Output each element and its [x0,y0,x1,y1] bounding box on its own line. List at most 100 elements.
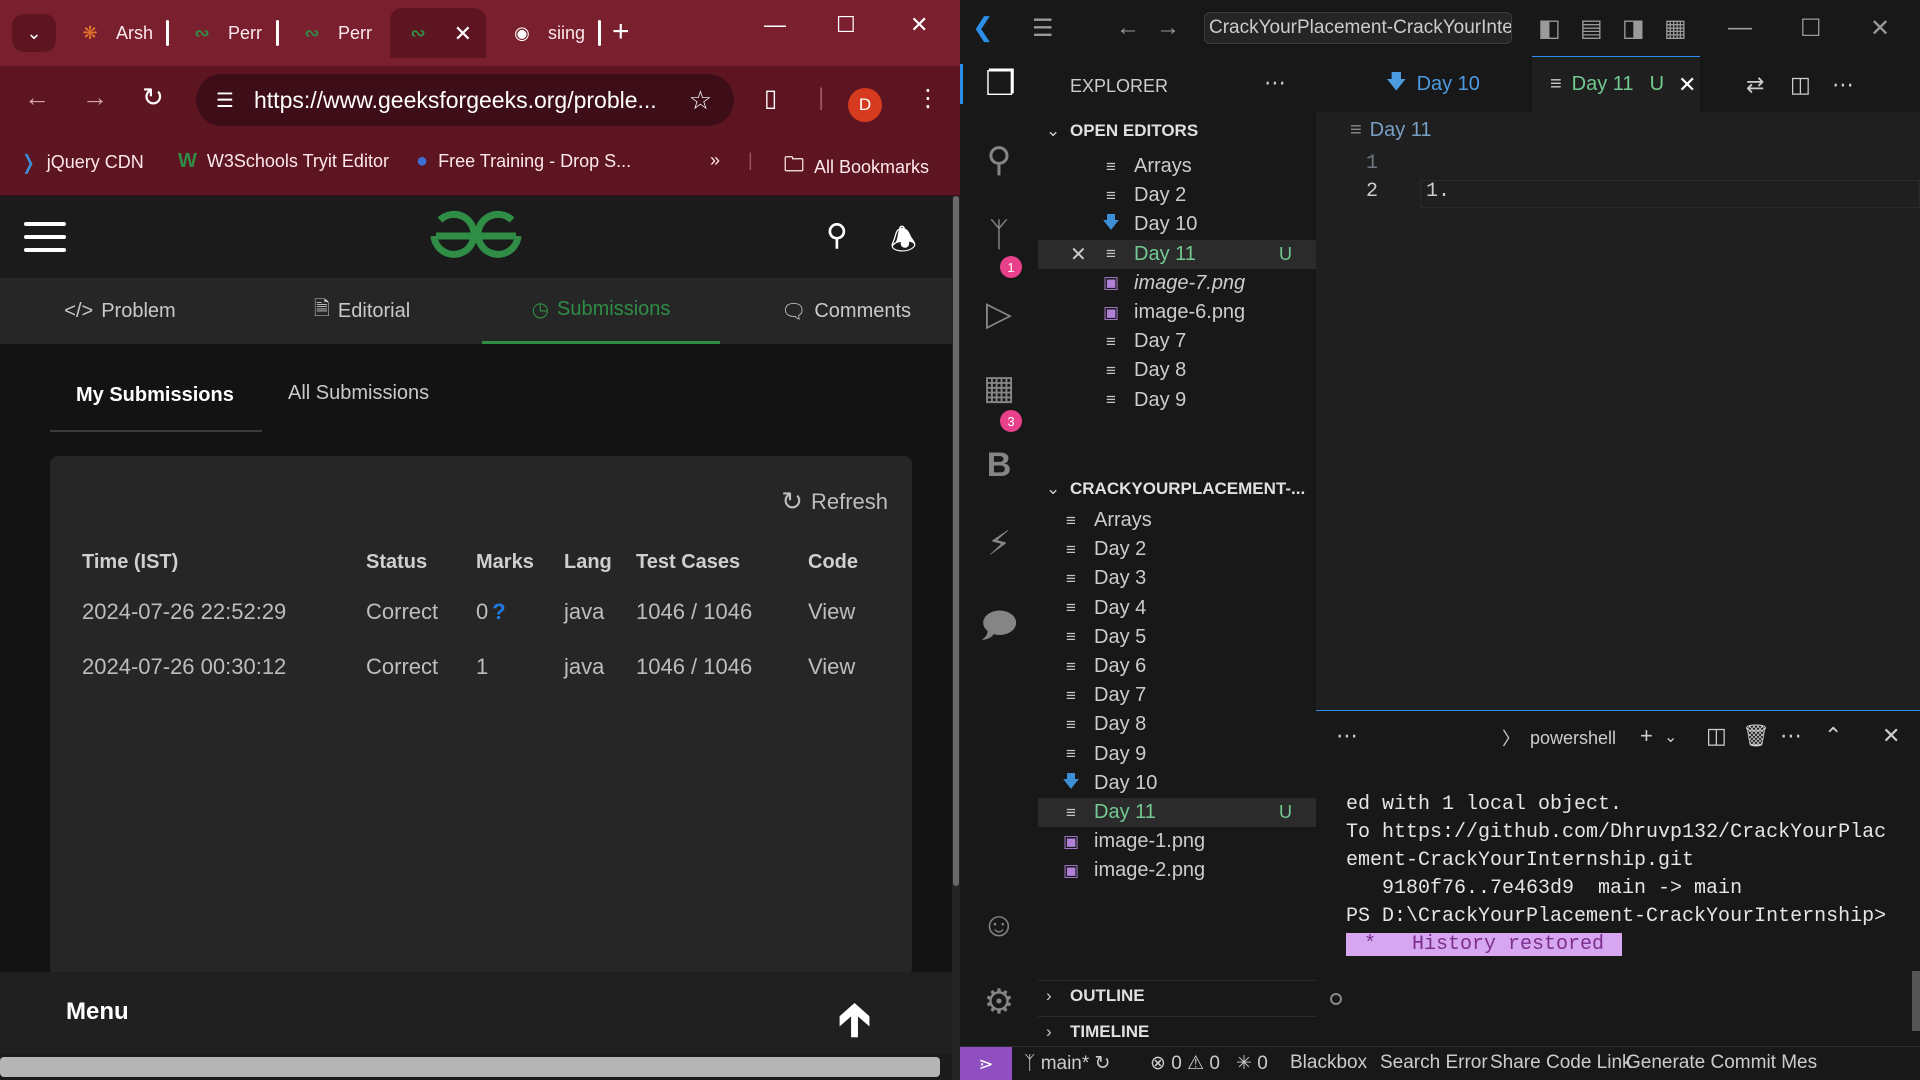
problems-status[interactable]: ⊗ 0 ⚠ 0 [1150,1052,1220,1075]
ports-status[interactable]: ✳ 0 [1236,1052,1268,1075]
file-item[interactable]: ≡ Arrays [1038,506,1316,535]
source-control-icon[interactable]: ᛉ [960,216,1038,255]
file-item[interactable]: ≡ Day 9 [1038,386,1316,415]
extensions-icon[interactable]: ▯ [764,84,777,113]
trash-icon[interactable]: 🗑 [1742,723,1770,749]
maximize-icon[interactable]: ☐ [1800,14,1822,43]
settings-gear-icon[interactable]: ⚙ [960,982,1038,1022]
share-code-link-status[interactable]: Share Code Link [1490,1052,1632,1074]
file-item[interactable]: 🡇 Day 10 [1038,769,1316,798]
new-terminal-icon[interactable]: + [1640,723,1653,749]
more-bookmarks-icon[interactable]: » [710,150,720,171]
extensions-icon[interactable]: ▦ [960,368,1038,408]
browser-tab[interactable]: ∾ Perr [174,8,274,58]
split-editor-icon[interactable]: ◫ [1790,72,1811,98]
back-icon[interactable]: ← [24,82,50,113]
file-item[interactable]: ≡ Day 11 U [1038,798,1316,827]
menu-icon[interactable]: ☰ [1032,14,1054,43]
terminal-output[interactable]: ed with 1 local object. To https://githu… [1346,791,1886,959]
close-editor-icon[interactable]: ✕ [1070,242,1087,267]
file-item[interactable]: ≡ Day 6 [1038,652,1316,681]
browser-tab[interactable]: ◉ siing [494,8,600,58]
more-actions-icon[interactable]: ⋯ [1264,70,1286,96]
close-window-icon[interactable]: ✕ [910,12,928,38]
file-item[interactable]: ≡ Day 7 [1038,681,1316,710]
toggle-primary-sidebar-icon[interactable]: ◧ [1538,14,1561,43]
customize-layout-icon[interactable]: ▦ [1664,14,1687,43]
file-item[interactable]: 🡇 Day 10 [1038,210,1316,239]
bookmark-jquery-cdn[interactable]: ❭ jQuery CDN [20,150,144,175]
chat-icon[interactable]: 🗩 [960,602,1038,659]
breadcrumb[interactable]: ≡ Day 11 [1316,112,1920,148]
file-item[interactable]: ≡ Day 8 [1038,356,1316,385]
thunder-client-icon[interactable]: ⚡ [960,524,1038,564]
open-changes-icon[interactable]: ⇄ [1746,72,1764,98]
tab-submissions[interactable]: ◷ Submissions [482,278,720,344]
all-bookmarks[interactable]: 🗀 All Bookmarks [784,150,929,184]
close-tab-icon[interactable]: ✕ [1678,72,1696,98]
blackbox-status[interactable]: Blackbox [1290,1052,1367,1074]
folder-header[interactable]: ⌄ CRACKYOURPLACEMENT-... [1038,474,1316,504]
open-editors-header[interactable]: ⌄ OPEN EDITORS [1038,116,1316,146]
menu-button[interactable]: Menu [66,998,129,1026]
minimize-icon[interactable]: — [1728,14,1752,42]
site-info-icon[interactable]: ☰ [196,88,254,113]
view-code-link[interactable]: View [808,639,868,694]
file-item[interactable]: ≡ Day 2 [1038,181,1316,210]
browser-tab[interactable]: ∾ Perr [284,8,384,58]
split-terminal-icon[interactable]: ◫ [1706,723,1727,749]
forward-icon[interactable]: → [82,82,108,113]
new-tab-button[interactable]: + [612,14,630,50]
bookmark-star-icon[interactable]: ☆ [689,85,712,116]
scrollbar-thumb[interactable] [953,196,959,886]
refresh-button[interactable]: ↻ Refresh [781,486,888,517]
tab-problem[interactable]: </> Problem [40,278,200,344]
search-error-status[interactable]: Search Error [1380,1052,1488,1074]
toggle-secondary-sidebar-icon[interactable]: ◨ [1622,14,1645,43]
file-item[interactable]: ▣ image-1.png [1038,827,1316,856]
file-item[interactable]: ≡ Day 4 [1038,594,1316,623]
scroll-to-top-icon[interactable]: 🡱 [838,986,871,1064]
file-item[interactable]: ≡ Day 9 [1038,740,1316,769]
timeline-header[interactable]: › TIMELINE [1038,1016,1316,1046]
gfg-logo[interactable] [424,206,528,266]
forward-icon[interactable]: → [1156,14,1180,42]
outline-header[interactable]: › OUTLINE [1038,980,1316,1010]
vertical-scrollbar[interactable] [952,196,960,1080]
editor-tab-day-10[interactable]: 🡇 Day 10 [1368,56,1532,112]
panel-more-icon[interactable]: ⋯ [1336,723,1358,749]
blackbox-icon[interactable]: B [960,446,1038,485]
scrollbar-thumb[interactable] [0,1057,940,1077]
profile-avatar[interactable]: D [848,88,882,122]
editor-more-icon[interactable]: ⋯ [1832,72,1854,98]
bookmark-free-training[interactable]: ● Free Training - Drop S... [416,150,631,173]
terminal-scrollbar[interactable] [1910,771,1920,1047]
toggle-panel-icon[interactable]: ▤ [1580,14,1603,43]
accounts-icon[interactable]: ☺ [960,906,1038,945]
file-item[interactable]: ✕ ≡ Day 11 U [1038,239,1316,269]
view-code-link[interactable]: View [808,584,868,639]
file-item[interactable]: ≡ Day 5 [1038,623,1316,652]
generate-commit-status[interactable]: Generate Commit Mes [1626,1052,1817,1074]
code-editor[interactable]: 1 2 1. [1316,148,1920,710]
file-item[interactable]: ≡ Day 3 [1038,564,1316,593]
file-item[interactable]: ▣ image-2.png [1038,856,1316,885]
file-item[interactable]: ▣ image-6.png [1038,298,1316,327]
notification-bell-icon[interactable]: 🕭 [890,218,917,269]
marks-help-icon[interactable]: ? [492,599,505,624]
close-panel-icon[interactable]: ✕ [1882,723,1900,749]
terminal-more-icon[interactable]: ⋯ [1780,723,1802,749]
run-debug-icon[interactable]: ▷ [960,294,1038,334]
search-icon[interactable]: ⚲ [826,218,848,253]
my-submissions-tab[interactable]: My Submissions [76,384,234,407]
tab-comments[interactable]: 🗨 Comments [756,278,936,344]
bookmark-w3schools[interactable]: W W3Schools Tryit Editor [178,150,389,173]
browser-tab[interactable]: ❋ Arsh [62,8,168,58]
close-tab-icon[interactable]: ✕ [454,21,472,47]
back-icon[interactable]: ← [1116,14,1140,42]
reload-icon[interactable]: ↻ [142,82,164,113]
remote-indicator-icon[interactable]: ⋗ [960,1047,1012,1080]
file-item[interactable]: ≡ Day 8 [1038,710,1316,739]
terminal-selector[interactable]: 〉 powershell [1502,725,1616,751]
chrome-menu-icon[interactable]: ⋮ [916,84,940,113]
